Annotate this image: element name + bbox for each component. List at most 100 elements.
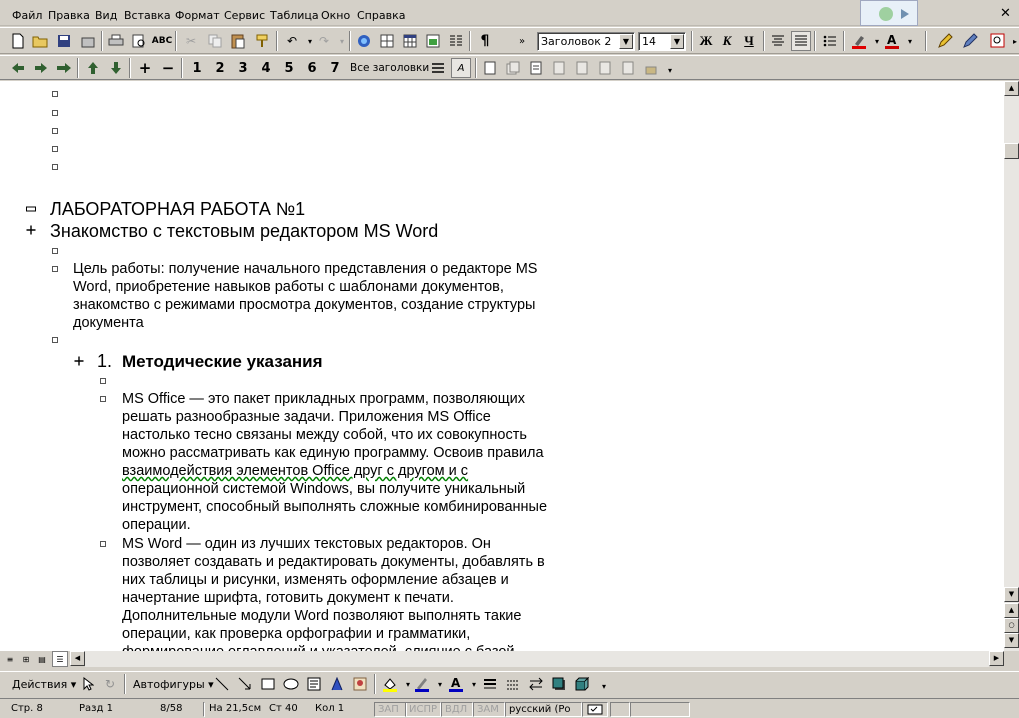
move-down-icon[interactable] (106, 58, 126, 78)
toolbar-options-icon[interactable]: ▾ (660, 60, 680, 80)
rectangle-icon[interactable] (258, 674, 278, 694)
menu-help[interactable]: Справка (357, 9, 405, 22)
subdocuments-icon[interactable] (503, 58, 523, 78)
demote-to-body-icon[interactable] (54, 58, 74, 78)
print-layout-icon[interactable]: ▤ (34, 651, 50, 667)
insert-table-icon[interactable] (400, 31, 420, 51)
font-color-dropdown-icon[interactable]: ▾ (900, 31, 920, 51)
scroll-up-button[interactable]: ▲ (1004, 81, 1019, 96)
menu-table[interactable]: Таблица (270, 9, 319, 22)
line-icon[interactable] (212, 674, 232, 694)
lock-document-icon[interactable] (641, 58, 661, 78)
font-color-icon[interactable]: A (882, 31, 902, 51)
align-center-icon[interactable] (768, 31, 788, 51)
master-document-view-icon[interactable] (480, 58, 500, 78)
expand-icon[interactable]: + (135, 58, 155, 78)
format-painter-icon[interactable] (252, 31, 272, 51)
toolbar-options-icon[interactable]: ▾ (594, 676, 614, 696)
move-up-icon[interactable] (83, 58, 103, 78)
menu-format[interactable]: Формат (175, 9, 220, 22)
collapse-icon[interactable]: − (158, 58, 178, 78)
horizontal-scroll-track[interactable] (85, 651, 989, 667)
status-overtype[interactable]: ЗАМ (473, 702, 505, 717)
insert-subdocument-icon[interactable] (572, 58, 592, 78)
select-browse-object-button[interactable]: ○ (1004, 618, 1019, 633)
demote-icon[interactable] (31, 58, 51, 78)
new-document-icon[interactable] (8, 31, 28, 51)
show-level-1-button[interactable]: 1 (187, 58, 207, 78)
promote-icon[interactable] (8, 58, 28, 78)
status-language[interactable]: русский (Ро (505, 702, 582, 717)
show-level-2-button[interactable]: 2 (210, 58, 230, 78)
outline-view-icon[interactable]: ☰ (52, 651, 68, 667)
merge-subdocument-icon[interactable] (595, 58, 615, 78)
office-assistant[interactable] (860, 0, 918, 26)
show-all-headings-button[interactable]: Все заголовки (350, 62, 429, 74)
justify-icon[interactable] (791, 31, 811, 51)
empty-paragraph-marker[interactable] (52, 248, 58, 254)
show-level-3-button[interactable]: 3 (233, 58, 253, 78)
menu-edit[interactable]: Правка (48, 9, 90, 22)
show-formatting-icon[interactable]: ¶ (475, 31, 495, 51)
empty-paragraph-marker[interactable] (100, 378, 106, 384)
style-combo[interactable]: Заголовок 2 ▼ (537, 32, 635, 51)
oval-icon[interactable] (281, 674, 301, 694)
chevron-down-icon[interactable]: ▼ (619, 34, 633, 49)
previous-page-button[interactable]: ▲ (1004, 603, 1019, 618)
status-record-macro[interactable]: ЗАП (374, 702, 407, 717)
line-style-icon[interactable] (480, 674, 500, 694)
show-first-line-icon[interactable] (428, 58, 448, 78)
line-color-icon[interactable] (412, 674, 432, 694)
split-subdocument-icon[interactable] (618, 58, 638, 78)
insert-excel-icon[interactable] (423, 31, 443, 51)
web-view-icon[interactable]: ⊞ (18, 651, 34, 667)
empty-paragraph-marker[interactable] (52, 110, 58, 116)
3d-style-icon[interactable] (572, 674, 592, 694)
dash-style-icon[interactable] (503, 674, 523, 694)
underline-button[interactable]: Ч (739, 31, 759, 51)
menu-tools[interactable]: Сервис (224, 9, 265, 22)
close-document-button[interactable]: ✕ (1000, 6, 1011, 21)
expand-heading-icon[interactable] (26, 225, 36, 235)
arrow-style-icon[interactable] (526, 674, 546, 694)
collapse-heading-icon[interactable] (26, 204, 36, 214)
empty-paragraph-marker[interactable] (52, 91, 58, 97)
menu-window[interactable]: Окно (321, 9, 350, 22)
scroll-left-button[interactable]: ◀ (70, 651, 85, 666)
autoshapes-menu[interactable]: Автофигуры ▾ (133, 678, 214, 691)
vertical-scrollbar[interactable]: ▲ ▼ ▲ ○ ▼ (1004, 81, 1019, 651)
menu-insert[interactable]: Вставка (124, 9, 171, 22)
permissions-icon[interactable] (78, 31, 98, 51)
fill-color-icon[interactable] (380, 674, 400, 694)
italic-button[interactable]: К (717, 31, 737, 51)
body-paragraph-marker[interactable] (100, 541, 106, 547)
pen-icon[interactable] (960, 31, 980, 51)
show-level-6-button[interactable]: 6 (302, 58, 322, 78)
remove-subdocument-icon[interactable] (549, 58, 569, 78)
spelling-icon[interactable]: ABC (152, 31, 172, 51)
body-paragraph-marker[interactable] (52, 266, 58, 272)
copy-icon[interactable] (205, 31, 225, 51)
print-preview-icon[interactable] (129, 31, 149, 51)
tables-borders-icon[interactable] (377, 31, 397, 51)
status-track-changes[interactable]: ИСПР (405, 702, 441, 717)
actions-menu[interactable]: Действия ▾ (12, 678, 76, 691)
show-formatting-outline-icon[interactable]: A (451, 58, 471, 78)
menu-file[interactable]: Файл (12, 9, 42, 22)
expand-heading-icon[interactable] (74, 356, 84, 366)
save-icon[interactable] (54, 31, 74, 51)
toolbar-options-icon[interactable]: ▸ (1005, 31, 1019, 51)
create-subdocument-icon[interactable] (526, 58, 546, 78)
bold-button[interactable]: Ж (696, 31, 716, 51)
scroll-down-button[interactable]: ▼ (1004, 587, 1019, 602)
chevron-down-icon[interactable]: ▼ (670, 34, 684, 49)
font-size-combo[interactable]: 14 ▼ (638, 32, 686, 51)
select-objects-icon[interactable] (78, 674, 98, 694)
bullets-icon[interactable] (820, 31, 840, 51)
show-level-4-button[interactable]: 4 (256, 58, 276, 78)
redo-icon[interactable]: ↷ (314, 31, 334, 51)
scroll-thumb[interactable] (1004, 143, 1019, 159)
shadow-style-icon[interactable] (549, 674, 569, 694)
body-paragraph-marker[interactable] (100, 396, 106, 402)
undo-icon[interactable]: ↶ (282, 31, 302, 51)
